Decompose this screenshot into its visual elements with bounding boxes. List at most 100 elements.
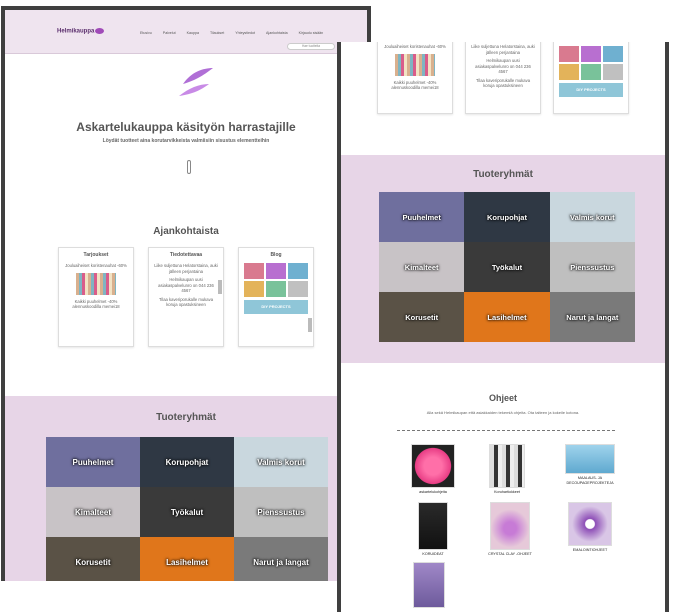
enamel-image (568, 502, 612, 546)
groups-title: Tuoteryhmät (473, 169, 533, 180)
diy-projects-banner[interactable]: DIY PROJECTS (559, 83, 623, 97)
painting-image (565, 444, 615, 474)
product-tile-label: Narut ja langat (253, 557, 309, 567)
product-tile-label: Korusetit (405, 312, 439, 322)
card-text: Liike suljettuna Helatorstaina, auki jäl… (471, 44, 535, 55)
product-tile-label: Puuhelmet (402, 212, 441, 222)
ribbons-image (395, 53, 435, 76)
crystal-clay-image (490, 502, 530, 550)
product-tile-valmis-korut[interactable]: Valmis korut (549, 192, 635, 242)
product-tile-label: Korupohjat (486, 212, 527, 222)
news-title: Ajankohtaista (153, 226, 219, 237)
product-tile-label: Puuhelmet (72, 457, 114, 467)
product-grid: Puuhelmet Korupohjat Valmis korut Kimalteet… (46, 437, 328, 581)
site-logo[interactable]: Helmikauppa (57, 28, 105, 35)
product-tile-pienssustus[interactable]: Pienssustus (549, 242, 635, 292)
card-title: Tarjoukset (83, 252, 109, 258)
main-nav: Etusivu Palvelut Kauppa Tilaukset Yhteys… (140, 31, 323, 35)
nav-item-tilaukset[interactable]: Tilaukset (210, 31, 224, 35)
product-tile-pienssustus[interactable]: Pienssustus (234, 487, 328, 537)
scroll-down-icon[interactable] (187, 160, 191, 174)
homepage-screenshot-bottom: Jouluaiheiset koristenauhat -60% Kaikki … (337, 42, 669, 612)
card-scrollbar[interactable] (308, 318, 312, 332)
product-tile-label: Pienssustus (570, 262, 615, 272)
product-tile-työkalut[interactable]: Työkalut (464, 242, 550, 292)
card-offers-snippet: Jouluaiheiset koristenauhat -60% Kaikki … (377, 42, 453, 114)
guides-intro: Alla sekä Helmikaupan että asiakkaiden t… (426, 410, 580, 415)
product-tile-narut-ja-langat[interactable]: Narut ja langat (234, 537, 328, 581)
card-scrollbar[interactable] (218, 280, 222, 294)
card-blog: Blog DIY PROJECTS (238, 247, 314, 347)
product-tile-label: Valmis korut (257, 457, 305, 467)
card-title: Tiedotettavaa (169, 252, 203, 258)
product-tile-korusetit[interactable]: Korusetit (379, 292, 465, 342)
product-tile-label: Korupohjat (165, 457, 209, 467)
guide-item[interactable]: EMALOINTIOHJEET (557, 502, 623, 553)
card-notices-snippet: Liike suljettuna Helatorstaina, auki jäl… (465, 42, 541, 114)
product-tile-label: Kimalteet (404, 262, 439, 272)
product-tile-label: Lasihelmet (166, 557, 208, 567)
nav-item-palvelut[interactable]: Palvelut (163, 31, 176, 35)
nav-item-ajankohtaista[interactable]: Ajankohtaista (266, 31, 288, 35)
guide-caption: KORUIDEAT (422, 552, 444, 556)
guide-item[interactable] (409, 562, 449, 608)
product-tile-label: Pienssustus (257, 507, 305, 517)
guide-item[interactable]: KORUIDEAT (405, 502, 461, 557)
logo-mark-icon (95, 28, 105, 34)
groups-title: Tuoteryhmät (156, 412, 216, 423)
product-tile-label: Kimalteet (74, 507, 111, 517)
product-tile-lasihelmet[interactable]: Lasihelmet (464, 292, 550, 342)
blog-images[interactable] (244, 263, 308, 297)
guide-item[interactable]: Koruhartiokkeet (479, 444, 535, 495)
diy-projects-banner[interactable]: DIY PROJECTS (244, 300, 308, 314)
hero-subtitle: Löydät tuotteet aina korutarvikkeista va… (102, 138, 270, 144)
guide-caption: MAALAUS- JA DECOUPAGEPROJEKTEJA (566, 476, 614, 485)
product-tile-korupohjat[interactable]: Korupohjat (140, 437, 234, 487)
product-tile-label: Työkalut (170, 507, 204, 517)
product-tile-kimalteet[interactable]: Kimalteet (46, 487, 140, 537)
card-blog-snippet: DIY PROJECTS (553, 42, 629, 114)
guide-caption: EMALOINTIOHJEET (572, 548, 608, 552)
product-tile-puuhelmet[interactable]: Puuhelmet (379, 192, 465, 242)
guide-caption: CRYSTAL CLAY -OHJEET (488, 552, 532, 556)
card-notices: Tiedotettavaa Liike suljettuna Helatorst… (148, 247, 224, 347)
card-text: Jouluaiheiset koristenauhat -60% (384, 44, 446, 49)
knitting-image (413, 562, 445, 608)
site-header: Helmikauppa Etusivu Palvelut Kauppa Tila… (5, 10, 367, 54)
hero-section: Askartelukauppa käsityön harrastajille L… (5, 54, 367, 144)
portrait-image (418, 502, 448, 550)
card-text: Tilaa kaveriporukalle mukava koruja opas… (475, 77, 531, 89)
product-tile-korupohjat[interactable]: Korupohjat (464, 192, 550, 242)
product-tile-label: Työkalut (491, 262, 523, 272)
product-tile-lasihelmet[interactable]: Lasihelmet (140, 537, 234, 581)
divider (397, 430, 615, 431)
ribbons-image (76, 272, 116, 295)
nav-item-kauppa[interactable]: Kauppa (187, 31, 199, 35)
card-text: Liike suljettuna Helatorstaina, auki jäl… (154, 263, 218, 274)
product-tile-label: Valmis korut (570, 212, 615, 222)
homepage-screenshot-top: Helmikauppa Etusivu Palvelut Kauppa Tila… (1, 6, 371, 581)
hero-title: Askartelukauppa käsityön harrastajille (76, 120, 296, 134)
guide-item[interactable]: CRYSTAL CLAY -OHJEET (477, 502, 543, 557)
nav-item-etusivu[interactable]: Etusivu (140, 31, 152, 35)
product-tile-label: Lasihelmet (487, 312, 527, 322)
product-tile-puuhelmet[interactable]: Puuhelmet (46, 437, 140, 487)
search-input[interactable]: Hae tuotteita (287, 43, 335, 50)
product-tile-korusetit[interactable]: Korusetit (46, 537, 140, 581)
blog-images[interactable] (559, 46, 623, 80)
jewelry-image (489, 444, 525, 488)
guide-item[interactable]: askartelukohjeita (405, 444, 461, 495)
product-tile-valmis-korut[interactable]: Valmis korut (234, 437, 328, 487)
card-text: Helmikaupan uusi asiakaspalvelunro on 04… (158, 277, 214, 293)
card-offers: Tarjoukset Jouluaiheiset koristenauhat -… (58, 247, 134, 347)
card-text: Helmikaupan uusi asiakaspalvelunro on 04… (475, 58, 531, 74)
nav-item-yhteystiedot[interactable]: Yhteystiedot (235, 31, 255, 35)
product-tile-narut-ja-langat[interactable]: Narut ja langat (549, 292, 635, 342)
product-grid: Puuhelmet Korupohjat Valmis korut Kimalteet… (379, 192, 635, 342)
nav-item-kirjaudu[interactable]: Kirjaudu sisään (299, 31, 324, 35)
hero-feather-icon (179, 68, 213, 96)
guide-caption: askartelukohjeita (419, 490, 447, 494)
guide-item[interactable]: MAALAUS- JA DECOUPAGEPROJEKTEJA (557, 444, 623, 485)
product-tile-kimalteet[interactable]: Kimalteet (379, 242, 465, 292)
product-tile-työkalut[interactable]: Työkalut (140, 487, 234, 537)
